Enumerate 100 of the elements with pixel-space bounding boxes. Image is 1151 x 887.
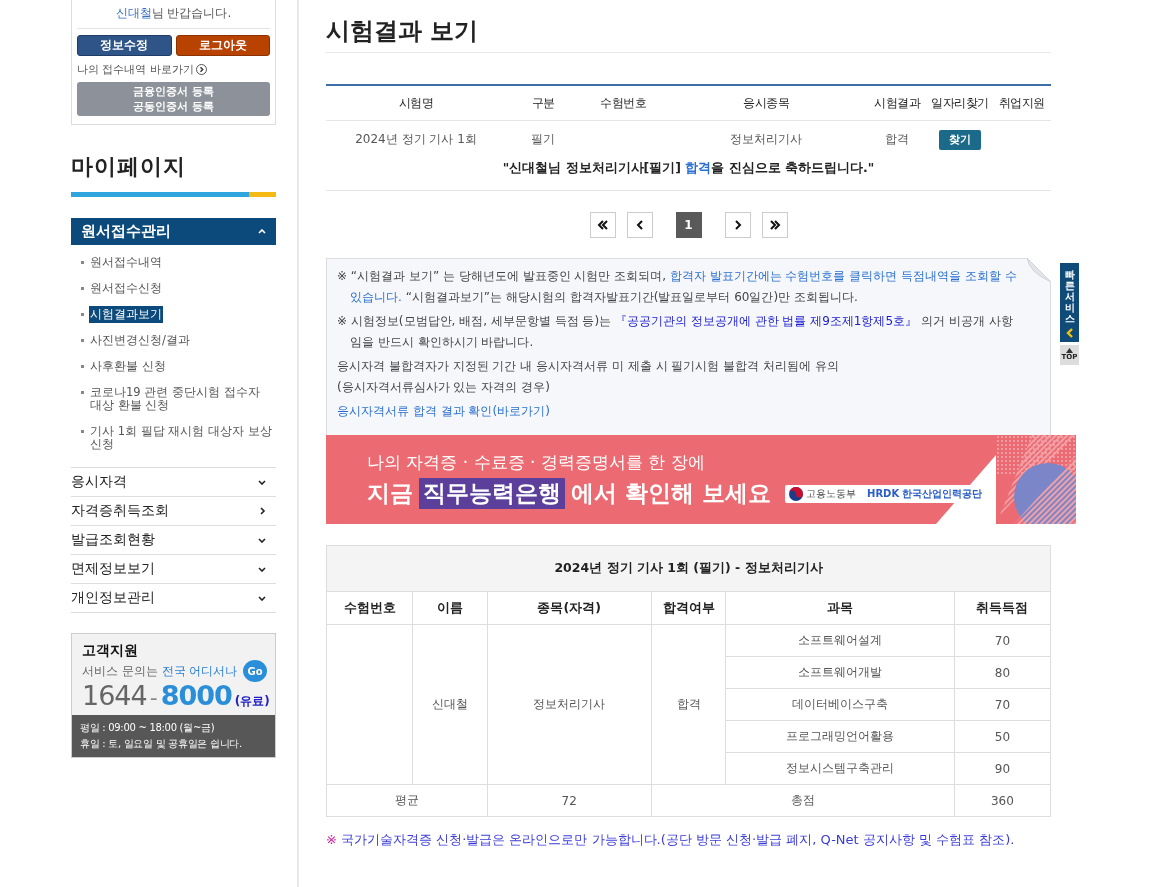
support-title: 고객지원 (82, 642, 139, 660)
footnote-text: ※ 국가기술자격증 신청·발급은 온라인으로만 가능합니다.(공단 방문 신청·발급 폐지, Q-Net 공지사항 및 수험표 참조). (326, 831, 1016, 849)
double-chevron-left-icon (596, 220, 609, 230)
column-header: 취업지원 (997, 94, 1046, 112)
page-title: 시험결과 보기 (326, 0, 1051, 53)
chevron-up-icon (258, 229, 266, 234)
double-chevron-right-icon (768, 220, 781, 230)
submenu-item[interactable]: 원서접수내역 (89, 254, 163, 271)
next-page-button[interactable] (724, 212, 751, 238)
go-badge[interactable]: Go (243, 660, 267, 682)
bullet-icon (81, 261, 84, 264)
column-header: 합격여부 (651, 591, 726, 625)
document-result-link[interactable]: 응시자격서류 합격 결과 확인(바로가기) (337, 404, 550, 418)
table-cell-text: 정보처리기사 (729, 131, 803, 148)
column-header: 일자리찾기 (930, 94, 990, 112)
hours-text: 평일 : 09:00 ~ 18:00 (월~금) (80, 721, 216, 735)
greeting-text: 신대철님 반갑습니다. (77, 4, 270, 29)
table-cell: 80 (954, 656, 1051, 689)
bullet-icon (81, 430, 84, 433)
table-cell-text: 필기 (530, 131, 556, 148)
column-header: 종목(자격) (487, 591, 652, 625)
table-caption: 2024년 정기 기사 1회 (필기) - 정보처리기사 (326, 545, 1051, 592)
triangle-up-icon (1066, 348, 1073, 353)
hours-text: 휴일 : 토, 일요일 및 공휴일은 쉽니다. (80, 737, 243, 751)
quick-service-tab[interactable]: 빠른서비스 (1060, 263, 1079, 342)
agency-logo-mark: HRDK (867, 488, 900, 499)
column-header: 응시종목 (742, 94, 790, 112)
notice-text: ※ 시험정보(모범답안, 배점, 세부문항별 득점 등)는 『공공기관의 정보공개에 관한 법률 제9조제1항제5호』 의거 비공개 사항임을 반드시 확인하시기 바랍니다. (337, 313, 1014, 351)
congratulations-text: "신대철님 정보처리기사[필기] 합격을 진심으로 축하드립니다." (326, 158, 1051, 191)
column-header: 취득득점 (954, 591, 1051, 625)
edit-profile-button[interactable]: 정보수정 (77, 35, 172, 56)
banner-slogan: 지금 (367, 479, 413, 508)
table-cell: 50 (954, 720, 1051, 753)
page-button[interactable]: 1 (675, 212, 702, 238)
column-header: 수험번호 (599, 94, 647, 112)
phone-number: 8000 (160, 680, 232, 711)
promo-banner[interactable]: 나의 자격증 · 수료증 · 경력증명서를 한 장에 지금 직무능력은행 에서 확인해 보세요 고용노동부 HRDK 한국산업인력공단 (326, 435, 1076, 524)
chevron-down-icon (258, 566, 266, 572)
menu-group[interactable]: 자격증취득조회 (71, 496, 276, 525)
chevron-down-icon (258, 595, 266, 601)
table-cell: 평균 (326, 784, 487, 817)
submenu-item[interactable]: 코로나19 관련 중단시험 접수자 대상 환불 신청 (89, 384, 276, 414)
menu-group[interactable]: 개인정보관리 (71, 583, 276, 613)
chevron-left-icon (1065, 328, 1074, 338)
emblem-icon (789, 486, 803, 501)
arrow-circle-icon[interactable] (196, 64, 207, 75)
table-cell: 소프트웨어개발 (725, 656, 955, 689)
column-header: 수험번호 (326, 591, 413, 625)
table-cell: 총점 (651, 784, 955, 817)
table-cell: 72 (487, 784, 652, 817)
table-cell: 데이터베이스구축 (725, 688, 955, 721)
submenu-item[interactable]: 사진변경신청/결과 (89, 332, 191, 349)
application-history-link[interactable]: 나의 접수내역 바로가기 (77, 62, 194, 77)
menu-group[interactable]: 면제정보보기 (71, 554, 276, 583)
notice-text: ※ “시험결과 보기” 는 당해년도에 발표중인 시험만 조회되며, 합격자 발표기간에는 수험번호를 클릭하면 득점내역을 조회할 수 있습니다. “시험결과보기”는 해당시험의 합격자발표기간(발표일로부터 60일간)만 조회됩니다. (337, 268, 1018, 306)
table-cell-text: 합격 (884, 131, 910, 148)
bullet-icon (81, 391, 84, 394)
table-cell: 정보시스템구축관리 (725, 752, 955, 785)
submenu-item[interactable]: 원서접수신청 (89, 280, 163, 297)
table-cell: 90 (954, 752, 1051, 785)
menu-group[interactable]: 발급조회현황 (71, 525, 276, 554)
table-cell: 프로그래밍언어활용 (725, 720, 955, 753)
submenu-item[interactable]: 시험결과보기 (89, 306, 163, 323)
phone-number: 1644 (82, 680, 147, 711)
chevron-right-icon (260, 507, 266, 515)
chevron-down-icon (258, 537, 266, 543)
bullet-icon (81, 313, 84, 316)
first-page-button[interactable] (589, 212, 616, 238)
ministry-logo-text: 고용노동부 (806, 486, 856, 501)
table-cell: 합격 (651, 624, 726, 785)
menu-group[interactable]: 응시자격 (71, 467, 276, 496)
bullet-icon (81, 339, 84, 342)
banner-headline: 나의 자격증 · 수료증 · 경력증명서를 한 장에 (367, 451, 706, 474)
phone-separator: - (149, 685, 158, 710)
submenu-item[interactable]: 사후환불 신청 (89, 358, 167, 375)
logout-button[interactable]: 로그아웃 (175, 35, 270, 56)
banner-slogan: 에서 확인해 보세요 (571, 479, 771, 508)
column-header: 구분 (530, 94, 556, 112)
table-cell: 신대철 (412, 624, 487, 785)
bullet-icon (81, 365, 84, 368)
bullet-icon (81, 287, 84, 290)
column-header: 시험결과 (873, 94, 922, 112)
paid-label: (유료) (234, 693, 270, 710)
submenu-item[interactable]: 기사 1회 필답 재시험 대상자 보상 신청 (89, 423, 276, 453)
column-header: 이름 (412, 591, 487, 625)
previous-page-button[interactable] (626, 212, 653, 238)
table-cell: 70 (954, 688, 1051, 721)
table-cell: 정보처리기사 (487, 624, 652, 785)
page-title: 마이페이지 (71, 153, 187, 181)
table-cell: 소프트웨어설계 (725, 624, 955, 657)
menu-group[interactable]: 원서접수관리 (71, 218, 276, 245)
chevron-down-icon (258, 479, 266, 485)
banner-highlight: 직무능력은행 (419, 478, 565, 509)
table-cell: 70 (954, 624, 1051, 657)
table-cell-text: 2024년 정기 기사 1회 (354, 131, 478, 148)
last-page-button[interactable] (761, 212, 788, 238)
notice-text: (응시자격서류심사가 있는 자격의 경우) (337, 379, 551, 396)
column-header: 과목 (725, 591, 955, 625)
agency-logo-text: 한국산업인력공단 (902, 486, 983, 501)
find-job-button[interactable]: 찾기 (939, 129, 981, 150)
